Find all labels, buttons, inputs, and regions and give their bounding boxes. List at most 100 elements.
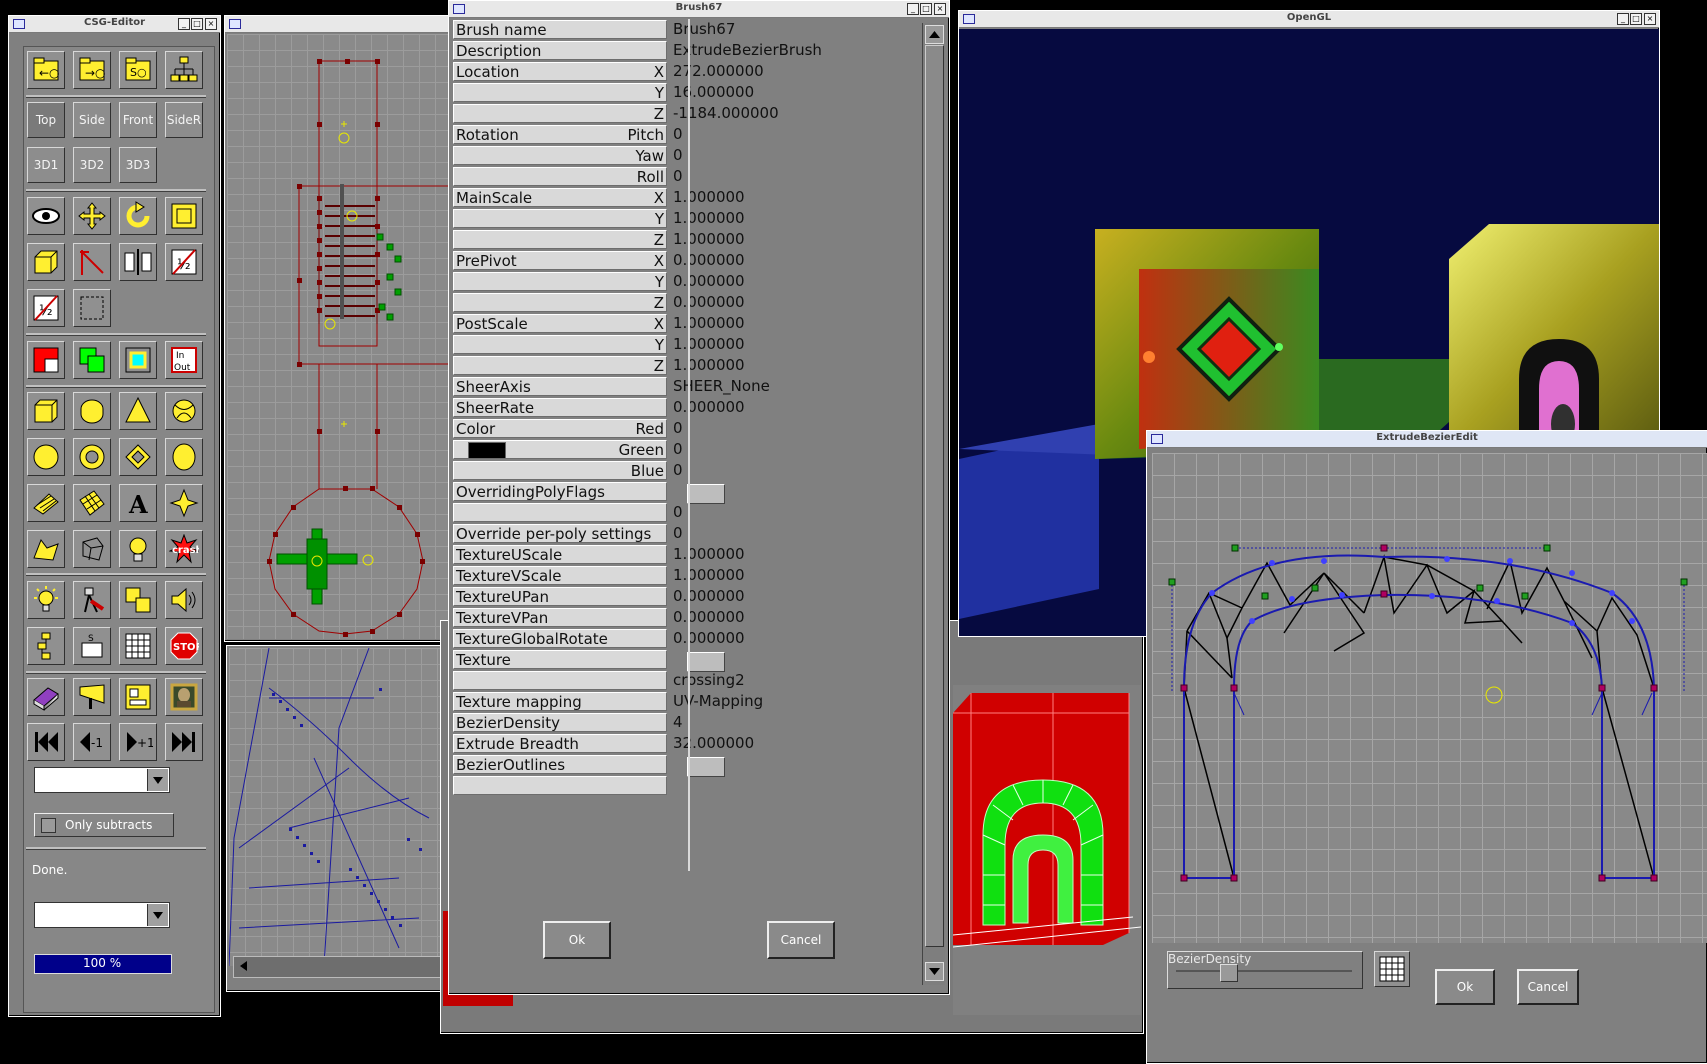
property-value[interactable]: 1.000000 [673,230,745,249]
property-row[interactable]: crossing2 [453,670,889,691]
chevron-down-icon[interactable] [147,769,168,791]
property-row[interactable]: BezierDensity 4 [453,712,889,733]
property-value[interactable]: 0 [673,524,683,543]
property-row[interactable]: Blue 0 [453,460,889,481]
add-light-button[interactable] [27,581,65,619]
property-row[interactable]: Brush name Brush67 [453,19,889,40]
property-value[interactable]: 0.000000 [673,272,745,291]
rotate-button[interactable] [119,197,157,235]
egg-brush-button[interactable] [165,438,203,476]
property-row[interactable]: TextureGlobalRotate 0.000000 [453,628,889,649]
property-value[interactable]: 1.000000 [673,209,745,228]
add-start-button[interactable]: S [73,627,111,665]
mirror-button[interactable] [119,243,157,281]
texture-browser-button[interactable] [27,678,65,716]
property-row[interactable]: MainScale X 1.000000 [453,187,889,208]
scroll-thumb[interactable] [925,45,944,947]
property-row[interactable]: Z -1184.000000 [453,103,889,124]
minimize-icon[interactable]: _ [907,3,919,15]
slider-thumb[interactable] [1220,964,1238,982]
property-value[interactable]: 32.000000 [673,734,754,753]
property-row[interactable]: Yaw 0 [453,145,889,166]
bezier-edit-titlebar[interactable]: ExtrudeBezierEdit [1147,431,1707,448]
property-value[interactable]: 0 [673,503,683,522]
stop-button[interactable]: STOP [165,627,203,665]
property-value[interactable]: 0 [673,125,683,144]
add-mover-button[interactable] [119,581,157,619]
close-icon[interactable]: × [934,3,946,15]
property-row[interactable]: Z 0.000000 [453,292,889,313]
property-value[interactable]: 1.000000 [673,335,745,354]
cone-brush-button[interactable] [119,392,157,430]
move-button[interactable] [73,197,111,235]
slider-track[interactable] [1176,970,1352,972]
brush-ok-button[interactable]: Ok [543,921,611,959]
double-grid-button[interactable]: ½ [27,289,65,327]
save-as-button[interactable]: S○ [119,51,157,89]
property-row[interactable]: Roll 0 [453,166,889,187]
window-menu-icon[interactable] [229,19,241,29]
property-value[interactable]: 16.000000 [673,83,754,102]
property-value[interactable]: 1.000000 [673,566,745,585]
property-value[interactable]: 0 [673,146,683,165]
texture-align-button[interactable] [73,678,111,716]
view-3d2-button[interactable]: 3D2 [73,147,111,183]
property-value[interactable]: 0 [673,461,683,480]
first-frame-button[interactable] [27,723,65,761]
grid-toggle-button[interactable] [119,627,157,665]
layer-select[interactable] [34,767,170,793]
view-sider-button[interactable]: SideR [165,102,203,138]
add-actor-button[interactable] [73,581,111,619]
property-row[interactable]: Location X 272.000000 [453,61,889,82]
cylinder-brush-button[interactable] [73,392,111,430]
property-value[interactable]: Brush67 [673,20,735,39]
add-path-button[interactable] [27,627,65,665]
scroll-up-button[interactable] [925,25,944,44]
view-3d3-button[interactable]: 3D3 [119,147,157,183]
property-value[interactable]: 0.000000 [673,398,745,417]
last-frame-button[interactable] [165,723,203,761]
property-value[interactable]: 0.000000 [673,587,745,606]
view-front-button[interactable]: Front [119,102,157,138]
property-value-button[interactable] [687,652,725,672]
bezier-ok-button[interactable]: Ok [1435,969,1495,1005]
property-row[interactable]: Texture mapping UV-Mapping [453,691,889,712]
bezier-cancel-button[interactable]: Cancel [1517,969,1579,1005]
close-icon[interactable]: × [205,18,217,30]
view-top-button[interactable]: Top [27,102,65,138]
property-row[interactable]: TextureVScale 1.000000 [453,565,889,586]
add-sound-button[interactable] [165,581,203,619]
next-frame-button[interactable]: +1 [119,723,157,761]
property-row[interactable] [453,775,889,796]
maximize-icon[interactable]: □ [191,18,203,30]
chevron-down-icon[interactable] [147,904,168,926]
property-value[interactable]: 1.000000 [673,188,745,207]
property-row[interactable]: Y 1.000000 [453,208,889,229]
top-view-titlebar[interactable] [225,16,467,33]
csg-in-out-button[interactable]: In Out [165,341,203,379]
spindle-brush-button[interactable] [165,484,203,522]
torus-brush-button[interactable] [73,438,111,476]
property-value[interactable]: 1.000000 [673,356,745,375]
sphere-brush-button[interactable] [165,392,203,430]
light-button[interactable] [119,530,157,568]
select-box-button[interactable] [73,289,111,327]
property-row[interactable]: Z 1.000000 [453,229,889,250]
brush-box-button[interactable] [27,243,65,281]
property-value[interactable]: 0.000000 [673,251,745,270]
cube-brush-button[interactable] [27,392,65,430]
property-row[interactable]: OverridingPolyFlags [453,481,889,504]
texture-properties-button[interactable] [119,678,157,716]
property-value[interactable]: 0 [673,419,683,438]
property-row[interactable]: 0 [453,502,889,523]
chevron-left-icon[interactable] [234,957,254,975]
terrain-brush-button[interactable] [73,484,111,522]
property-value[interactable]: 0.000000 [673,293,745,312]
property-row[interactable]: Z 1.000000 [453,355,889,376]
close-icon[interactable]: × [1644,13,1656,25]
properties-scrollbar[interactable] [922,23,945,985]
view-side-button[interactable]: Side [73,102,111,138]
bezier-brush-button[interactable] [27,530,65,568]
maximize-icon[interactable]: □ [920,3,932,15]
property-row[interactable]: Y 1.000000 [453,334,889,355]
